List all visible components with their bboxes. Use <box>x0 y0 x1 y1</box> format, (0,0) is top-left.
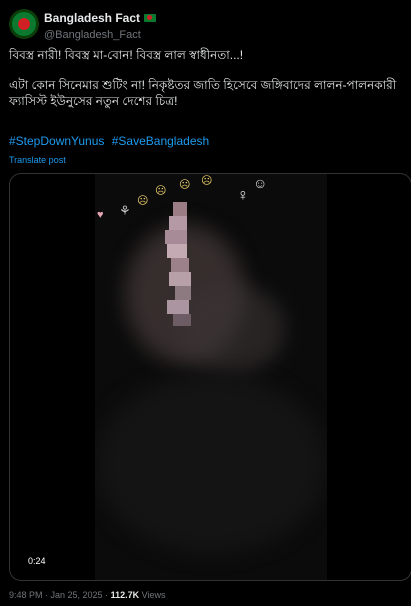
video-frame[interactable]: ♥ ⚘ ☹ ☹ ☹ ☹ ☺ ♀ <box>95 174 327 580</box>
video-duration-badge: 0:24 <box>24 554 50 568</box>
post-meta: 9:48 PM · Jan 25, 2025 · 112.7K Views <box>9 590 165 600</box>
display-name[interactable]: Bangladesh Fact <box>44 11 140 25</box>
translate-post-link[interactable]: Translate post <box>9 155 66 165</box>
face-emoji-icon: ☹ <box>137 195 149 207</box>
post-text-line-2: এটা কোন সিনেমার শুটিং না! নিকৃষ্টতর জাতি… <box>9 78 397 108</box>
post-timestamp[interactable]: 9:48 PM · Jan 25, 2025 · <box>9 590 111 600</box>
tweet: Bangladesh Fact @Bangladesh_Fact বিবস্ত্… <box>0 0 411 606</box>
views-label: Views <box>139 590 166 600</box>
face-emoji-icon: ☹ <box>201 175 213 187</box>
bangladesh-flag-icon <box>144 14 157 22</box>
author-block: Bangladesh Fact @Bangladesh_Fact <box>44 9 157 41</box>
post-text: বিবস্ত্র নারী! বিবস্ত্র মা-বোন! বিবস্ত্র… <box>9 47 404 109</box>
post-text-line-1: বিবস্ত্র নারী! বিবস্ত্র মা-বোন! বিবস্ত্র… <box>9 48 244 62</box>
avatar[interactable] <box>9 9 39 39</box>
hashtag-savebangladesh[interactable]: #SaveBangladesh <box>112 134 209 148</box>
hashtags: #StepDownYunus #SaveBangladesh <box>9 134 213 148</box>
woman-figure-icon: ♀ <box>237 187 249 204</box>
face-emoji-icon: ☹ <box>179 179 191 191</box>
hashtag-stepdownyunus[interactable]: #StepDownYunus <box>9 134 104 148</box>
censor-mosaic <box>173 202 187 216</box>
heart-icon: ♥ <box>97 209 104 221</box>
hands-icon: ⚘ <box>119 203 131 218</box>
face-emoji-icon: ☺ <box>253 175 268 191</box>
avatar-logo <box>12 12 36 36</box>
author-handle[interactable]: @Bangladesh_Fact <box>44 29 156 41</box>
video-media[interactable]: ♥ ⚘ ☹ ☹ ☹ ☹ ☺ ♀ 0:24 <box>9 173 411 581</box>
face-emoji-icon: ☹ <box>155 185 167 197</box>
views-count: 112.7K <box>110 590 140 600</box>
author-name-row[interactable]: Bangladesh Fact <box>44 11 157 25</box>
